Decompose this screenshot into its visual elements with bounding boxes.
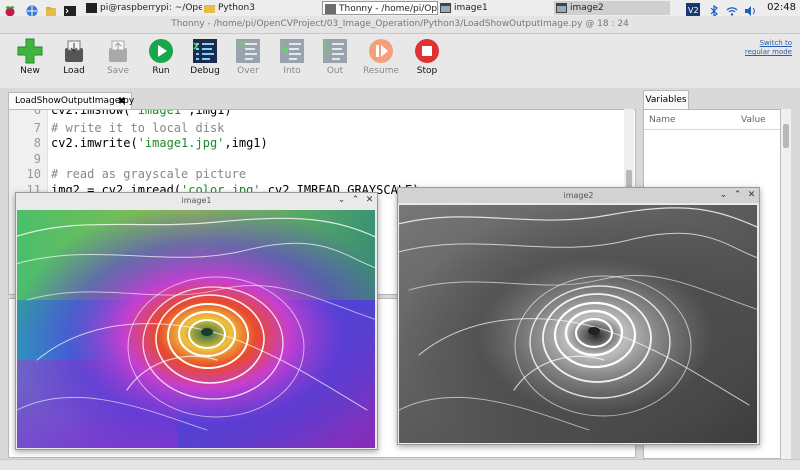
editor-tab[interactable]: LoadShowOutputImage.py ✖ bbox=[8, 92, 135, 110]
toolbar: New Load Save Run Debug Over Into Out Re… bbox=[0, 34, 800, 88]
image1-title: image1 bbox=[181, 196, 212, 205]
switch-mode-link[interactable]: Switch to regular mode bbox=[745, 39, 792, 57]
image1-window[interactable]: image1 ⌄ ⌃ ✕ bbox=[15, 192, 378, 450]
image2-title: image2 bbox=[398, 188, 759, 203]
task-label: image1 bbox=[454, 3, 488, 13]
save-icon bbox=[105, 38, 131, 64]
save-button[interactable]: Save bbox=[95, 38, 141, 76]
code-comment: # read as grayscale picture bbox=[51, 167, 247, 181]
task-label: Thonny - /home/pi/Ope... bbox=[339, 4, 438, 14]
line-number: 8 bbox=[33, 136, 41, 150]
taskbar: pi@raspberrypi: ~/Open... Python3 Thonny… bbox=[0, 0, 800, 18]
close-tab-icon[interactable]: ✖ bbox=[118, 93, 126, 110]
editor-scrollbar-thumb[interactable] bbox=[626, 170, 632, 188]
browser-icon[interactable] bbox=[26, 2, 38, 17]
column-value[interactable]: Value bbox=[741, 115, 766, 125]
code-line: cv2.imshow('image1',img1) bbox=[51, 109, 232, 117]
new-button[interactable]: New bbox=[7, 38, 53, 76]
close-icon[interactable]: ✕ bbox=[746, 190, 757, 201]
code-string: 'image1.jpg' bbox=[137, 136, 225, 150]
code-text: ,img1) bbox=[188, 109, 232, 117]
code-text: cv2.imshow( bbox=[51, 109, 131, 117]
code-string: 'image1' bbox=[130, 109, 189, 117]
clock[interactable]: 02:48 bbox=[767, 1, 796, 15]
tool-label: New bbox=[20, 66, 40, 76]
resume-button[interactable]: Resume bbox=[358, 38, 404, 76]
chevron-up-icon[interactable]: ⌃ bbox=[350, 195, 361, 206]
switch-mode-line2: regular mode bbox=[744, 48, 792, 56]
status-bar bbox=[0, 459, 800, 470]
bluetooth-icon[interactable] bbox=[708, 2, 720, 18]
resume-icon bbox=[368, 38, 394, 64]
window-icon bbox=[440, 3, 451, 13]
vnc-icon[interactable]: V2 bbox=[686, 1, 700, 16]
close-icon[interactable]: ✕ bbox=[364, 195, 375, 206]
chevron-up-icon[interactable]: ⌃ bbox=[732, 190, 743, 201]
tool-label: Resume bbox=[362, 66, 400, 76]
tool-label: Debug bbox=[190, 66, 220, 76]
task-label: Python3 bbox=[218, 3, 255, 13]
variables-scrollbar[interactable] bbox=[781, 109, 791, 459]
task-label: pi@raspberrypi: ~/Open... bbox=[100, 3, 202, 13]
window-icon bbox=[556, 3, 567, 13]
code-text: cv2.imwrite( bbox=[51, 136, 138, 150]
variables-header: Name Value bbox=[644, 110, 780, 130]
terminal-icon[interactable] bbox=[64, 2, 76, 16]
task-python3[interactable]: Python3 bbox=[202, 1, 294, 15]
chevron-down-icon[interactable]: ⌄ bbox=[336, 195, 347, 206]
raspberry-menu-icon[interactable] bbox=[4, 2, 16, 17]
run-icon bbox=[148, 38, 174, 64]
tool-label: Run bbox=[152, 66, 170, 76]
image2-canvas bbox=[399, 205, 757, 443]
debug-icon bbox=[192, 38, 218, 64]
line-number: 9 bbox=[33, 152, 41, 166]
step-out-button[interactable]: Out bbox=[312, 38, 358, 76]
tool-label: Load bbox=[63, 66, 85, 76]
tool-label: Stop bbox=[416, 66, 438, 76]
code-comment: # write it to local disk bbox=[51, 121, 225, 135]
switch-mode-line1: Switch to bbox=[759, 39, 792, 47]
code-text: ,img1) bbox=[224, 136, 268, 150]
wifi-icon[interactable] bbox=[726, 2, 738, 16]
step-into-button[interactable]: Into bbox=[269, 38, 315, 76]
step-over-button[interactable]: Over bbox=[225, 38, 271, 76]
step-over-icon bbox=[235, 38, 261, 64]
image1-canvas bbox=[17, 210, 375, 448]
column-name[interactable]: Name bbox=[649, 115, 676, 125]
tab-variables[interactable]: Variables bbox=[643, 90, 689, 110]
load-icon bbox=[61, 38, 87, 64]
tool-label: Over bbox=[237, 66, 259, 76]
line-number: 6 bbox=[33, 109, 41, 117]
task-thonny[interactable]: Thonny - /home/pi/Ope... bbox=[322, 1, 438, 15]
variables-scrollbar-thumb[interactable] bbox=[783, 124, 789, 148]
stop-button[interactable]: Stop bbox=[404, 38, 450, 76]
task-label: image2 bbox=[570, 3, 604, 13]
window-title: Thonny - /home/pi/OpenCVProject/03_Image… bbox=[0, 16, 800, 34]
tool-label: Save bbox=[106, 66, 130, 76]
thonny-icon bbox=[325, 4, 336, 14]
file-manager-icon[interactable] bbox=[45, 2, 57, 16]
task-image2[interactable]: image2 bbox=[554, 1, 670, 15]
debug-button[interactable]: Debug bbox=[182, 38, 228, 76]
code-line: cv2.imwrite('image1.jpg',img1) bbox=[51, 136, 268, 150]
step-into-icon bbox=[279, 38, 305, 64]
editor-tab-label: LoadShowOutputImage.py bbox=[15, 96, 135, 106]
task-terminal[interactable]: pi@raspberrypi: ~/Open... bbox=[84, 1, 202, 15]
image2-window[interactable]: image2 ⌄ ⌃ ✕ bbox=[397, 187, 760, 445]
new-icon bbox=[17, 38, 43, 64]
stop-icon bbox=[414, 38, 440, 64]
terminal-icon bbox=[86, 3, 97, 13]
tool-label: Out bbox=[326, 66, 344, 76]
chevron-down-icon[interactable]: ⌄ bbox=[718, 190, 729, 201]
svg-text:V2: V2 bbox=[688, 6, 699, 15]
volume-icon[interactable] bbox=[744, 2, 756, 16]
task-image1[interactable]: image1 bbox=[438, 1, 554, 15]
step-out-icon bbox=[322, 38, 348, 64]
line-number: 10 bbox=[26, 167, 41, 181]
folder-icon bbox=[204, 3, 215, 13]
load-button[interactable]: Load bbox=[51, 38, 97, 76]
line-number: 7 bbox=[33, 121, 41, 135]
tool-label: Into bbox=[283, 66, 301, 76]
run-button[interactable]: Run bbox=[138, 38, 184, 76]
